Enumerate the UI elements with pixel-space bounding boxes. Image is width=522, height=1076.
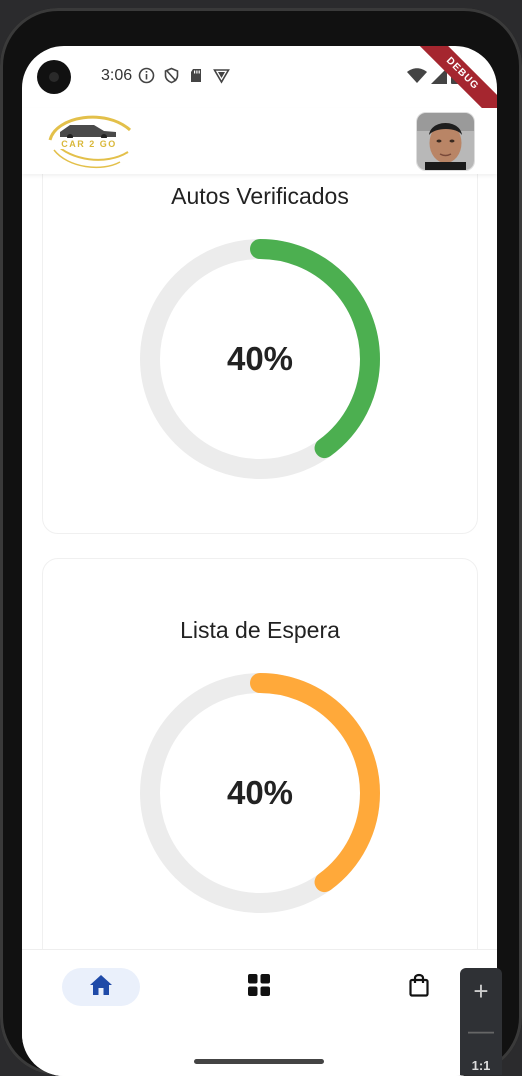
dashboard-content: Autos Verificados 40% Lista de Espera 40… [22, 174, 497, 949]
nav-shop[interactable] [394, 968, 444, 1006]
grid-icon [248, 973, 270, 1001]
zoom-in-button[interactable]: + [460, 976, 502, 1007]
nav-home[interactable] [62, 968, 140, 1006]
car2go-logo[interactable]: CAR 2 GO [46, 110, 134, 170]
app-header: CAR 2 GO [22, 108, 497, 174]
progress-gauge: 40% [138, 237, 382, 481]
nav-categories[interactable] [234, 968, 284, 1006]
bottom-navigation [22, 949, 497, 1076]
home-icon [89, 974, 113, 1001]
zoom-reset-button[interactable]: 1:1 [460, 1058, 502, 1073]
zoom-out-button[interactable]: — [460, 1015, 502, 1046]
card-title: Autos Verificados [171, 183, 349, 209]
progress-gauge: 40% [138, 671, 382, 915]
info-icon [138, 67, 155, 84]
sd-card-icon [188, 67, 205, 84]
shopping-bag-icon [409, 973, 429, 1002]
status-bar: 3:06 DEBUG [22, 46, 497, 128]
card-lista-de-espera: Lista de Espera 40% [42, 558, 478, 949]
gauge-percent-label: 40% [226, 774, 294, 811]
vpn-icon [213, 67, 230, 84]
user-avatar[interactable] [416, 112, 475, 171]
logo-wordmark: CAR 2 GO [61, 139, 117, 149]
shield-icon [163, 67, 180, 84]
phone-frame: 3:06 DEBUG CAR 2 GO Autos Verificados 40… [0, 8, 522, 1076]
card-title: Lista de Espera [180, 617, 340, 643]
gauge-percent-label: 40% [226, 340, 294, 377]
zoom-control: + — 1:1 [460, 968, 502, 1075]
home-indicator[interactable] [194, 1059, 324, 1064]
card-autos-verificados: Autos Verificados 40% [42, 174, 478, 534]
wifi-icon [407, 68, 427, 89]
status-time: 3:06 [101, 67, 133, 84]
app-screen: 3:06 DEBUG CAR 2 GO Autos Verificados 40… [22, 46, 497, 1076]
camera-cutout [37, 60, 71, 94]
